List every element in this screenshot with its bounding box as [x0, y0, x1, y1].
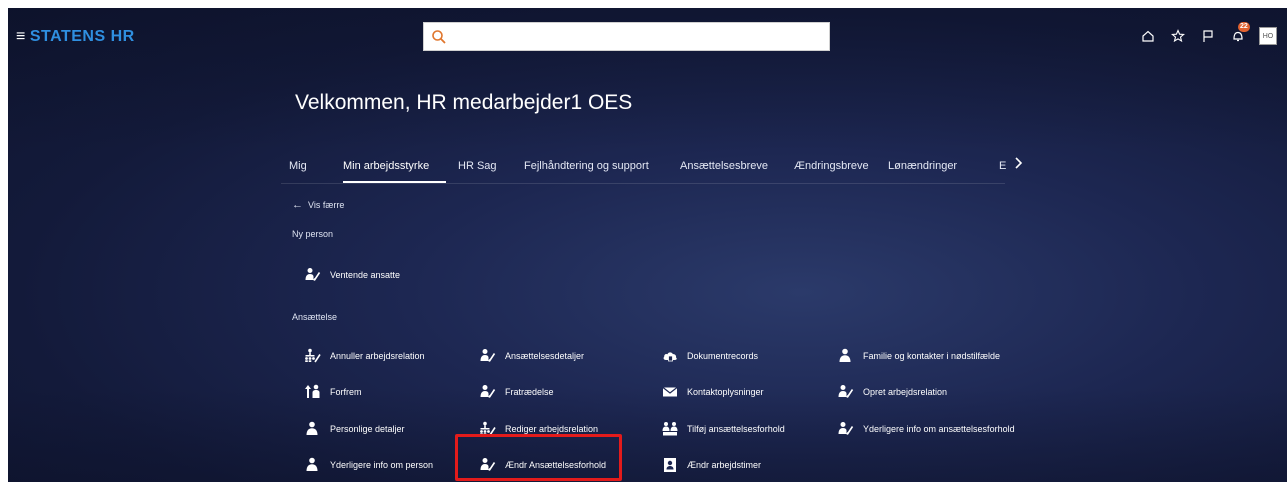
link-fratraedelse[interactable]: Fratrædelse [480, 384, 554, 400]
person-icon [306, 421, 318, 435]
promote-icon [305, 384, 320, 398]
link-yderligere-info-ansaettelsesforhold[interactable]: Yderligere info om ansættelsesforhold [838, 421, 1015, 437]
tab-min-arbejdsstyrke[interactable]: Min arbejdsstyrke [343, 160, 429, 172]
tab-ansaettelsesbreve[interactable]: Ansættelsesbreve [680, 160, 768, 172]
link-label: Annuller arbejdsrelation [330, 351, 425, 361]
tab-fejlhaandtering[interactable]: Fejlhåndtering og support [524, 160, 649, 172]
person-edit-icon [480, 384, 496, 399]
link-label: Fratrædelse [505, 387, 554, 397]
link-ventende-ansatte[interactable]: Ventende ansatte [305, 267, 400, 283]
app-frame: ≡ STATENS HR 22 HO Velkommen, HR medarbe… [8, 8, 1287, 482]
document-cloud-icon [663, 352, 677, 362]
org-edit-icon [305, 348, 321, 363]
person-edit-icon [838, 421, 854, 436]
person-edit-icon [838, 384, 854, 399]
link-label: Ventende ansatte [330, 270, 401, 280]
link-label: Kontaktoplysninger [687, 387, 764, 397]
link-familie-og-kontakter[interactable]: Familie og kontakter i nødstilfælde [838, 348, 1000, 364]
timesheet-icon [664, 458, 676, 472]
section-title-ny-person: Ny person [292, 229, 334, 239]
tab-hr-sag[interactable]: HR Sag [458, 160, 497, 172]
link-yderligere-info-person[interactable]: Yderligere info om person [305, 457, 433, 473]
link-dokumentrecords[interactable]: Dokumentrecords [662, 348, 758, 364]
link-personlige-detaljer[interactable]: Personlige detaljer [305, 421, 405, 437]
link-ansaettelsesdetaljer[interactable]: Ansættelsesdetaljer [480, 348, 584, 364]
link-label: Personlige detaljer [330, 424, 405, 434]
back-link-label: Vis færre [308, 200, 345, 210]
section-title-ansaettelse: Ansættelse [292, 312, 338, 322]
person-edit-icon [305, 267, 321, 282]
chevron-right-icon[interactable] [1013, 156, 1023, 170]
person-edit-icon [480, 348, 496, 363]
link-label: Dokumentrecords [687, 351, 759, 361]
link-label: Tilføj ansættelsesforhold [687, 424, 785, 434]
tab-overflow[interactable]: E [999, 160, 1006, 172]
person-icon [839, 348, 851, 362]
link-label: Yderligere info om person [330, 460, 434, 470]
link-label: Rediger arbejdsrelation [505, 424, 599, 434]
link-label: Ansættelsesdetaljer [505, 351, 585, 361]
envelope-icon [662, 387, 678, 397]
link-tilfoej-ansaettelsesforhold[interactable]: Tilføj ansættelsesforhold [662, 421, 785, 437]
tab-mig[interactable]: Mig [289, 160, 307, 172]
link-opret-arbejdsrelation[interactable]: Opret arbejdsrelation [838, 384, 947, 400]
tab-loenaendringer[interactable]: Lønændringer [888, 160, 957, 172]
link-forfrem[interactable]: Forfrem [305, 384, 362, 400]
link-annuller-arbejdsrelation[interactable]: Annuller arbejdsrelation [305, 348, 425, 364]
tab-divider [281, 183, 1005, 184]
back-link[interactable]: ← Vis færre [292, 199, 344, 211]
people-add-icon [662, 422, 678, 436]
arrow-left-icon: ← [292, 199, 303, 211]
highlight-box [455, 434, 622, 481]
tab-aendringsbreve[interactable]: Ændringsbreve [794, 160, 869, 172]
link-aendr-arbejdstimer[interactable]: Ændr arbejdstimer [662, 457, 761, 473]
link-kontaktoplysninger[interactable]: Kontaktoplysninger [662, 384, 764, 400]
link-label: Opret arbejdsrelation [863, 387, 948, 397]
link-label: Yderligere info om ansættelsesforhold [863, 424, 1015, 434]
person-icon [306, 457, 318, 471]
link-label: Forfrem [330, 387, 362, 397]
link-label: Ændr arbejdstimer [687, 460, 762, 470]
link-label: Familie og kontakter i nødstilfælde [863, 351, 1001, 361]
page-title: Velkommen, HR medarbejder1 OES [295, 91, 633, 114]
main-content: Velkommen, HR medarbejder1 OES Mig Min a… [8, 8, 1287, 482]
